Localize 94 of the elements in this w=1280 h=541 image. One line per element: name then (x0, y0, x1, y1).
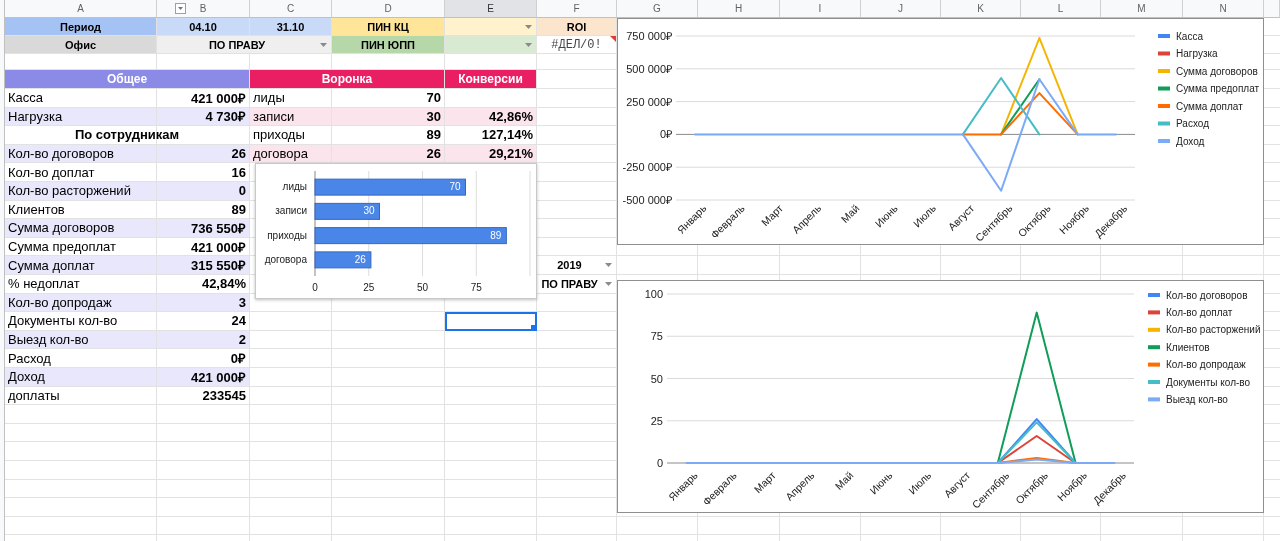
axis-label: 500 000₽ (626, 62, 672, 75)
column-header[interactable]: I (780, 0, 861, 18)
legend-label: Клиентов (1166, 341, 1210, 353)
table-cell: Сумма договоров (5, 219, 157, 238)
axis-label: 750 000₽ (626, 30, 672, 42)
table-cell: 16 (157, 163, 250, 182)
axis-label: приходы (267, 229, 307, 241)
data-label: 70 (449, 181, 461, 193)
data-label: 26 (354, 253, 366, 265)
table-cell: 736 550₽ (157, 219, 250, 238)
table-cell: Офис (5, 36, 157, 54)
legend-label: Кол-во договоров (1166, 289, 1248, 301)
legend-label: Сумма предоплат (1176, 83, 1260, 94)
table-cell: % недоплат (5, 274, 157, 294)
column-header[interactable]: C (250, 0, 332, 18)
axis-label: 75 (470, 282, 482, 293)
legend-label: Сумма договоров (1176, 65, 1258, 77)
axis-label: 0 (656, 457, 663, 469)
table-cell: 0₽ (157, 349, 250, 368)
column-header[interactable]: D (332, 0, 445, 18)
table-cell: 315 550₽ (157, 256, 250, 275)
table-cell: 31.10 (250, 18, 332, 36)
table-cell: 70 (332, 89, 445, 108)
axis-label: 25 (363, 282, 375, 293)
column-header[interactable]: B (157, 0, 250, 18)
bar (314, 251, 372, 269)
filter-icon[interactable] (175, 3, 186, 14)
table-cell: Конверсии (445, 70, 537, 89)
table-cell: Касса (5, 89, 157, 108)
bar (314, 202, 380, 220)
axis-label: -250 000₽ (622, 161, 672, 174)
data-label: 30 (363, 205, 375, 217)
table-cell: Кол-во доплат (5, 163, 157, 182)
column-header[interactable]: E (445, 0, 537, 18)
axis-label: 75 (650, 330, 663, 343)
column-header[interactable]: M (1101, 0, 1183, 18)
table-cell: ПИН КЦ (332, 18, 445, 36)
column-header[interactable]: F (537, 0, 617, 18)
table-cell: 89 (332, 126, 445, 145)
table-cell: Общее (5, 70, 250, 89)
column-header[interactable]: K (941, 0, 1021, 18)
axis-label: договора (264, 253, 307, 265)
legend-label: Расход (1176, 118, 1209, 129)
table-cell: ПИН ЮПП (332, 36, 445, 54)
legend-label: Кол-во доплат (1166, 306, 1233, 318)
column-header[interactable]: L (1021, 0, 1101, 18)
table-cell: Сумма доплат (5, 256, 157, 275)
legend-label: Кол-во расторжений (1166, 324, 1261, 336)
axis-label: 100 (644, 288, 663, 300)
table-cell: 421 000₽ (157, 89, 250, 108)
table-cell: Расход (5, 349, 157, 368)
axis-label: 50 (650, 372, 663, 385)
table-cell: По сотрудникам (5, 126, 250, 145)
legend-label: Кол-во допродаж (1166, 359, 1246, 371)
legend-label: Нагрузка (1176, 48, 1218, 59)
table-cell: Воронка (250, 70, 445, 89)
legend-label: Касса (1176, 30, 1203, 42)
legend-label: Сумма доплат (1176, 100, 1243, 112)
caret-icon (525, 24, 532, 29)
table-cell: 127,14% (445, 126, 537, 145)
header-background (1264, 0, 1280, 18)
axis-label: 0 (312, 282, 318, 293)
table-cell: Документы кол-во (5, 312, 157, 331)
axis-label: 50 (416, 282, 429, 293)
table-cell: 233545 (157, 386, 250, 406)
legend-label: Документы кол-во (1166, 376, 1251, 388)
selected-cell[interactable] (445, 312, 537, 331)
table-cell: Период (5, 18, 157, 36)
axis-label: лиды (282, 181, 307, 193)
dropdown[interactable]: ПО ПРАВУ (157, 36, 332, 54)
axis-label: 250 000₽ (626, 95, 672, 108)
axis-label: -500 000₽ (622, 194, 672, 206)
data-label: 89 (490, 229, 502, 241)
legend-label: Выезд кол-во (1166, 393, 1228, 405)
table-cell: 42,84% (157, 274, 250, 294)
table-cell: доплаты (5, 386, 157, 406)
column-header[interactable]: N (1183, 0, 1264, 18)
column-header[interactable]: G (617, 0, 698, 18)
table-cell: ROI (537, 18, 617, 36)
axis-label: 25 (650, 414, 663, 427)
table-cell: 24 (157, 312, 250, 331)
table-cell: 04.10 (157, 18, 250, 36)
column-header[interactable]: A (5, 0, 157, 18)
axis-label: записи (275, 205, 307, 217)
caret-icon (320, 42, 327, 47)
caret-icon (605, 281, 612, 286)
table-cell: приходы (250, 126, 332, 145)
column-header[interactable]: H (698, 0, 780, 18)
caret-icon (605, 263, 612, 268)
column-header[interactable]: J (861, 0, 941, 18)
caret-icon (525, 42, 532, 47)
legend-label: Доход (1176, 135, 1205, 147)
table-cell: лиды (250, 89, 332, 108)
axis-label: 0₽ (659, 128, 672, 141)
